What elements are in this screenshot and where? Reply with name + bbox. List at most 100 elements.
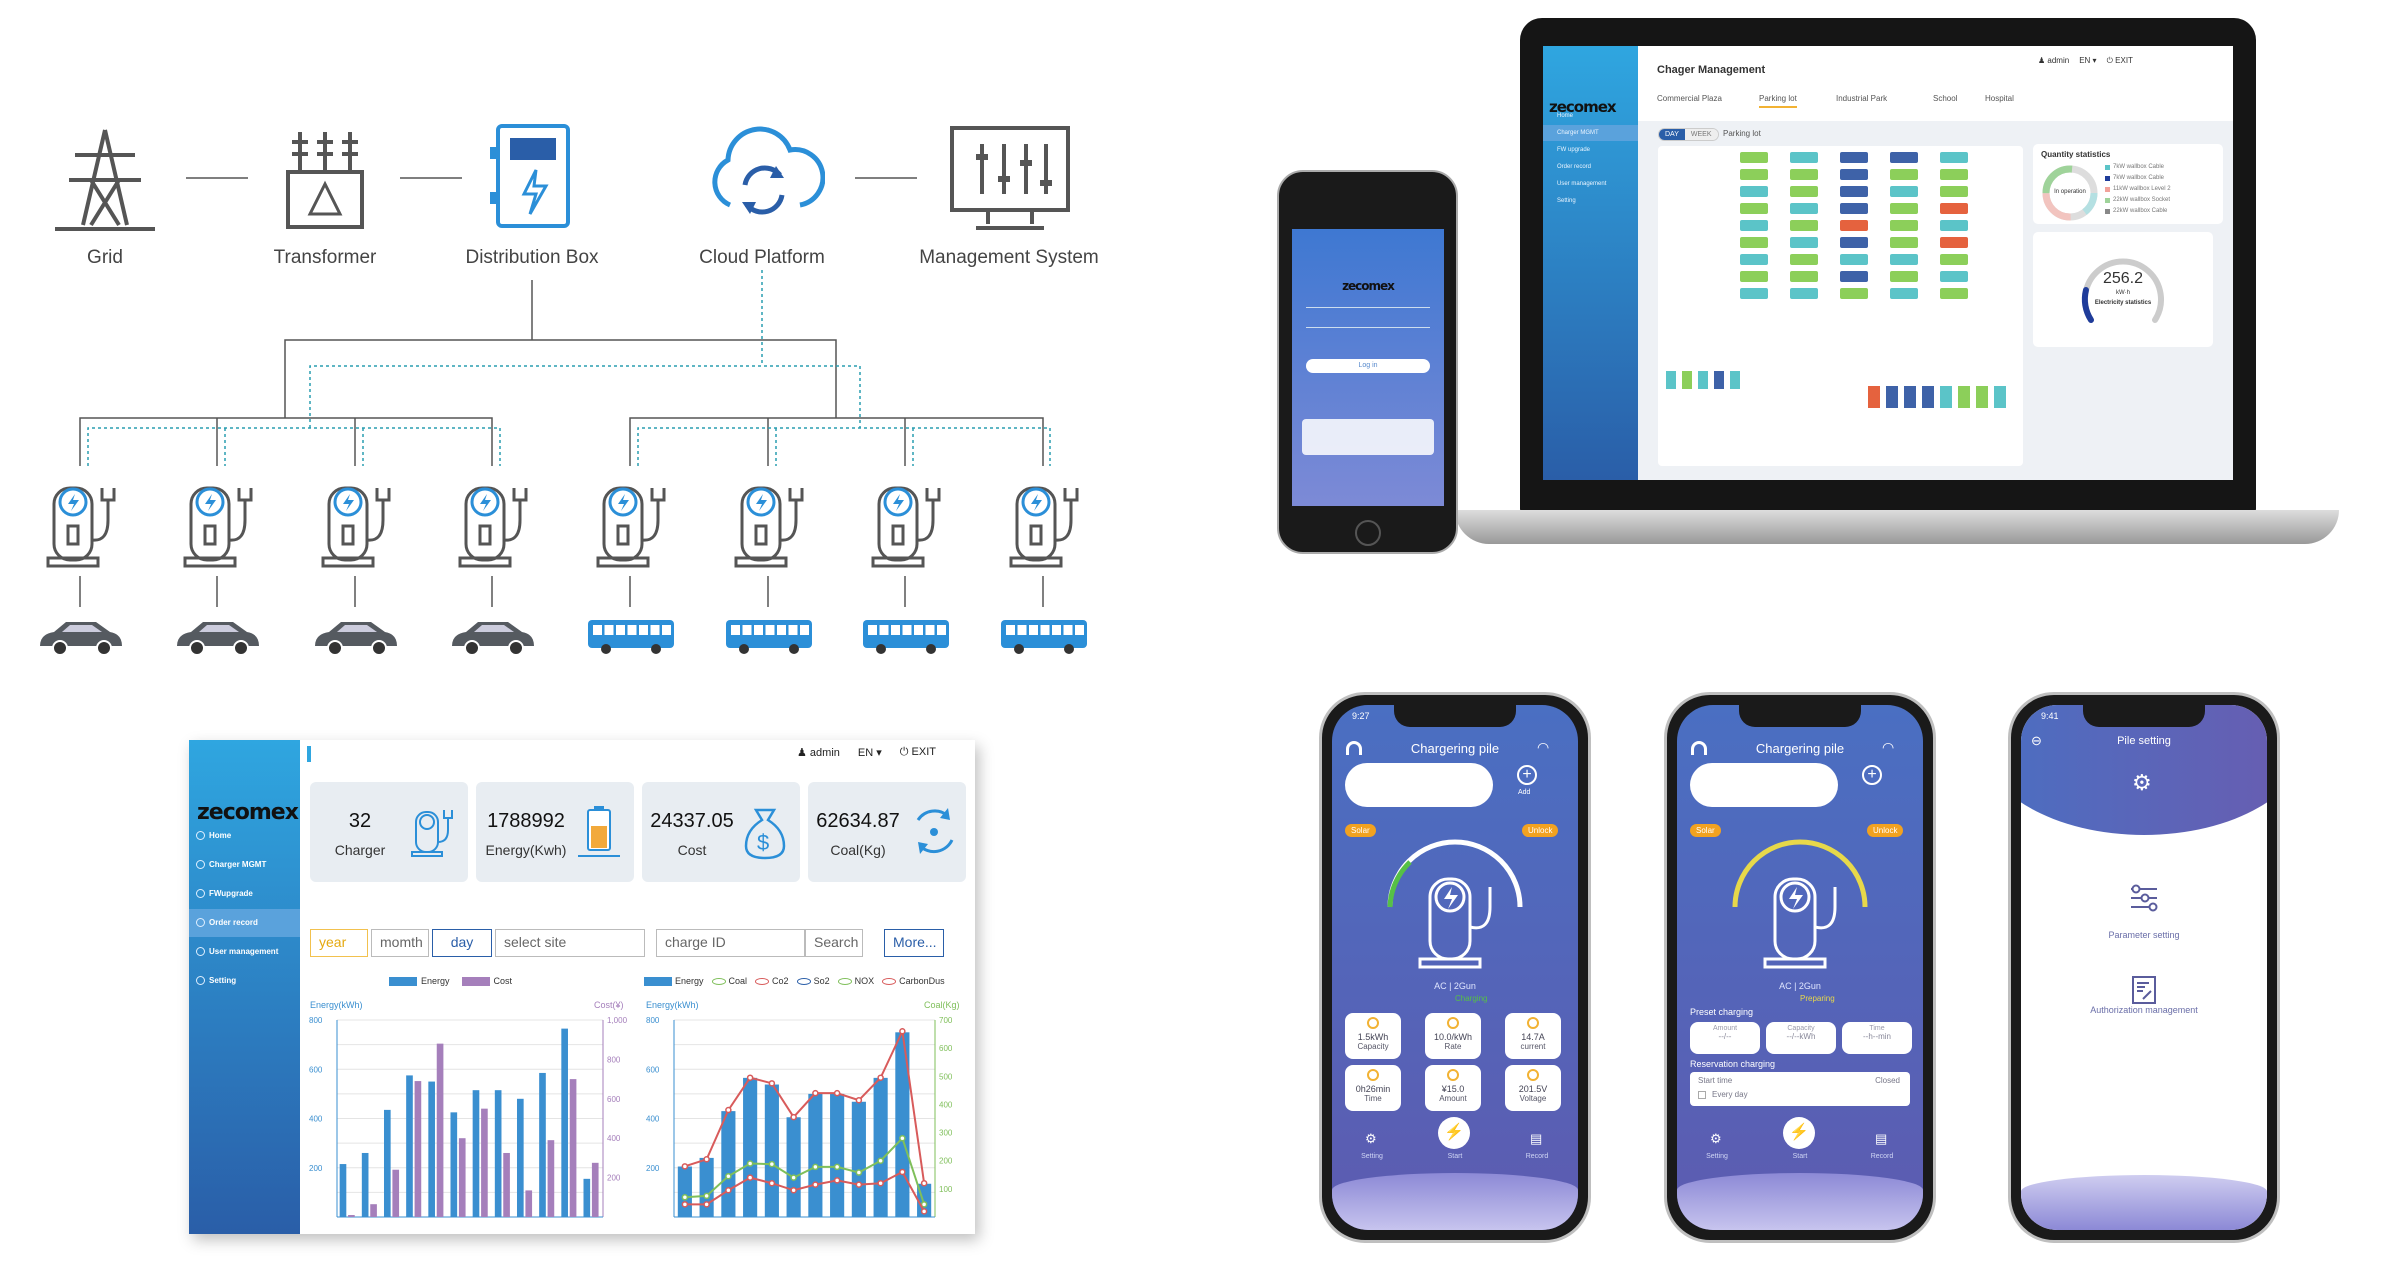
parking-slot[interactable] [1994,386,2006,408]
parking-slot[interactable] [1890,220,1918,231]
parking-slot[interactable] [1666,371,1676,389]
solar-badge[interactable]: Solar [1690,824,1721,837]
parking-slot[interactable] [1740,254,1768,265]
legend-item[interactable]: CarbonDus [882,976,945,986]
closed-label[interactable]: Closed [1875,1076,1900,1085]
start-button[interactable]: ⚡ [1438,1117,1470,1149]
exit-button[interactable]: ⏻ EXIT [900,746,936,759]
parking-slot[interactable] [1840,152,1868,163]
sidebar-item-order-record[interactable]: Order record [189,909,300,937]
sidebar-item-fwupgrade[interactable]: FWupgrade [189,880,300,908]
user-menu[interactable]: ♟ admin [797,746,840,759]
parking-slot[interactable] [1940,220,1968,231]
parking-slot[interactable] [1790,169,1818,180]
parking-slot[interactable] [1730,371,1740,389]
language-select[interactable]: EN ▾ [858,746,882,759]
language-select[interactable]: EN ▾ [2079,56,2096,66]
search-button[interactable]: Search [805,929,863,957]
reservation-box[interactable]: Start time Closed Every day [1690,1072,1910,1106]
solar-badge[interactable]: Solar [1345,824,1376,837]
legend-item[interactable]: Coal [711,976,747,986]
parking-slot[interactable] [1940,254,1968,265]
wifi-icon[interactable]: ◠ [1882,739,1894,756]
legend-item[interactable]: Energy [389,976,450,986]
parking-slot[interactable] [1904,386,1916,408]
gear-icon[interactable]: ⚙ [1710,1131,1722,1147]
year-tab[interactable]: year [310,929,368,957]
sidebar-item-user-management[interactable]: User management [189,938,300,966]
parking-slot[interactable] [1886,386,1898,408]
parking-slot[interactable] [1790,203,1818,214]
site-select[interactable]: select site [495,929,645,957]
pile-selector[interactable] [1690,763,1838,807]
parking-slot[interactable] [1976,386,1988,408]
parking-slot[interactable] [1682,371,1692,389]
legend-item[interactable]: Energy [644,976,704,986]
legend-item[interactable]: NOX [837,976,874,986]
tab-industrial-park[interactable]: Industrial Park [1836,94,1887,106]
sidebar-item-order-record[interactable]: Order record [1543,159,1638,175]
parking-slot[interactable] [1740,169,1768,180]
parking-slot[interactable] [1740,203,1768,214]
menu-toggle-icon[interactable] [307,746,317,762]
parking-slot[interactable] [1840,237,1868,248]
parking-slot[interactable] [1940,152,1968,163]
legend-item[interactable]: Cost [461,976,512,986]
month-tab[interactable]: momth [371,929,429,957]
parking-slot[interactable] [1790,152,1818,163]
every-day-checkbox[interactable] [1698,1091,1706,1099]
parking-slot[interactable] [1940,169,1968,180]
wifi-icon[interactable]: ◠ [1537,739,1549,756]
charge-id-input[interactable]: charge ID [656,929,805,957]
parking-slot[interactable] [1740,237,1768,248]
parking-slot[interactable] [1922,386,1934,408]
sidebar-item-user-management[interactable]: User management [1543,176,1638,192]
parking-slot[interactable] [1840,288,1868,299]
home-button[interactable] [1355,520,1381,546]
sidebar-item-home[interactable]: Home [189,822,300,850]
user-menu[interactable]: ♟ admin [2038,56,2069,66]
legend-item[interactable]: Co2 [755,976,789,986]
parking-slot[interactable] [1790,288,1818,299]
parking-slot[interactable] [1940,237,1968,248]
tab-school[interactable]: School [1933,94,1957,106]
parking-slot[interactable] [1740,288,1768,299]
sidebar-item-fw-upgrade[interactable]: FW upgrade [1543,142,1638,158]
sidebar-item-charger-mgmt[interactable]: Charger MGMT [1543,125,1638,141]
record-icon[interactable]: ▤ [1530,1131,1542,1147]
week-toggle[interactable]: WEEK [1684,129,1718,140]
parking-slot[interactable] [1790,271,1818,282]
parking-slot[interactable] [1890,186,1918,197]
parking-slot[interactable] [1840,220,1868,231]
start-button[interactable]: ⚡ [1783,1117,1815,1149]
preset-amount[interactable]: Amount --/-- [1690,1022,1760,1054]
day-toggle[interactable]: DAY [1659,129,1685,140]
parameter-setting-item[interactable]: Parameter setting [2021,930,2267,940]
sidebar-item-setting[interactable]: Setting [189,967,300,995]
nav-label-record[interactable]: Record [1517,1153,1557,1160]
username-field[interactable] [1306,307,1430,308]
parking-slot[interactable] [1740,186,1768,197]
parking-slot[interactable] [1940,186,1968,197]
parking-slot[interactable] [1940,203,1968,214]
sidebar-item-setting[interactable]: Setting [1543,193,1638,209]
parking-slot[interactable] [1958,386,1970,408]
parking-slot[interactable] [1790,237,1818,248]
parking-slot[interactable] [1840,254,1868,265]
login-button[interactable]: Log in [1306,359,1430,373]
sidebar-item-charger-mgmt[interactable]: Charger MGMT [189,851,300,879]
nav-label-setting[interactable]: Setting [1352,1153,1392,1160]
parking-slot[interactable] [1890,288,1918,299]
preset-capacity[interactable]: Capacity --/--kWh [1766,1022,1836,1054]
exit-button[interactable]: ⏻ EXIT [2107,56,2133,66]
parking-slot[interactable] [1790,220,1818,231]
parking-slot[interactable] [1840,186,1868,197]
parking-slot[interactable] [1890,169,1918,180]
more-button[interactable]: More... [884,929,944,957]
parking-slot[interactable] [1790,254,1818,265]
parking-slot[interactable] [1940,271,1968,282]
password-field[interactable] [1306,327,1430,328]
day-tab[interactable]: day [432,929,492,957]
preset-time[interactable]: Time --h--min [1842,1022,1912,1054]
nav-label-record[interactable]: Record [1862,1153,1902,1160]
